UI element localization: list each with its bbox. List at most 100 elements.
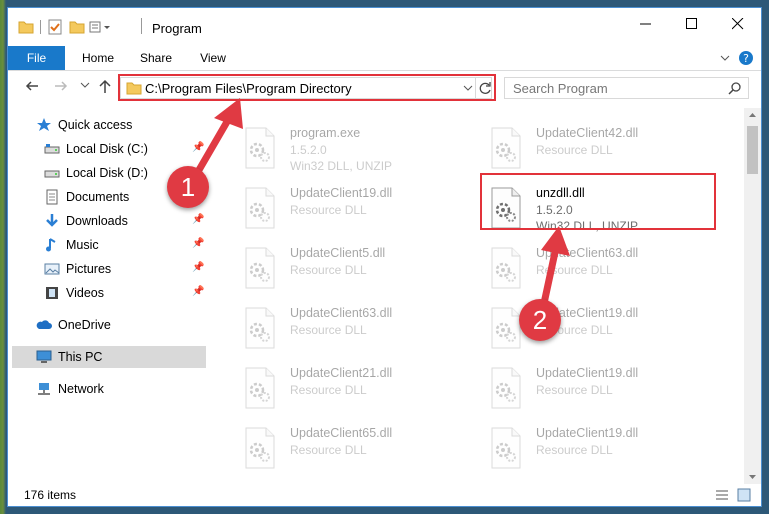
videos-icon: [46, 287, 58, 299]
folder-icon[interactable]: [18, 20, 34, 34]
help-icon[interactable]: ?: [738, 50, 754, 66]
step-1-badge: 1: [167, 166, 209, 208]
network-icon: [38, 383, 50, 395]
downloads-icon: [46, 214, 58, 227]
search-input[interactable]: Search Program: [504, 77, 749, 99]
documents-icon: [46, 189, 58, 205]
dll-file-icon: [245, 247, 275, 289]
file-item[interactable]: UpdateClient19.dll Resource DLL: [488, 362, 718, 418]
pin-icon: 📌: [192, 214, 205, 225]
file-type: Resource DLL: [290, 443, 367, 457]
file-item[interactable]: UpdateClient21.dll Resource DLL: [242, 362, 472, 418]
maximize-icon: [686, 18, 697, 29]
sidebar-item-network[interactable]: Network: [8, 378, 206, 400]
properties-icon[interactable]: [47, 19, 63, 35]
sidebar-item-quick-access[interactable]: Quick access: [8, 114, 206, 136]
pin-icon: 📌: [192, 238, 205, 249]
drive-icon: [44, 144, 60, 154]
title-bar: Program: [8, 8, 761, 46]
dll-file-icon: [245, 427, 275, 469]
sidebar-item-label: Pictures: [66, 262, 112, 276]
dll-file-icon: [245, 187, 275, 229]
file-name: UpdateClient65.dll: [290, 426, 393, 440]
step-2-badge: 2: [519, 299, 561, 341]
tab-share[interactable]: Share: [136, 46, 176, 70]
expand-ribbon-icon[interactable]: [720, 53, 730, 63]
dll-file-icon: [491, 367, 521, 409]
file-item[interactable]: UpdateClient65.dll Resource DLL: [242, 422, 472, 478]
scroll-up-icon[interactable]: [748, 112, 757, 118]
sidebar-item-downloads[interactable]: Downloads 📌: [8, 210, 206, 232]
dll-file-icon: [491, 427, 521, 469]
file-type: Resource DLL: [536, 143, 613, 157]
tab-file[interactable]: File: [8, 46, 65, 70]
sidebar-item-onedrive[interactable]: OneDrive: [8, 314, 206, 336]
file-name: UpdateClient19.dll: [290, 186, 393, 200]
navigation-bar: C:\Program Files\Program Directory Searc…: [8, 70, 761, 104]
music-icon: [46, 238, 56, 252]
sidebar-item-label: Videos: [66, 286, 104, 300]
file-type: Resource DLL: [290, 323, 367, 337]
forward-arrow-icon[interactable]: [53, 78, 69, 94]
sidebar-item-label: Documents: [66, 190, 130, 204]
details-view-icon[interactable]: [715, 489, 729, 501]
close-button[interactable]: [715, 8, 761, 40]
file-item[interactable]: UpdateClient63.dll Resource DLL: [242, 302, 472, 358]
sidebar-item-music[interactable]: Music 📌: [8, 234, 206, 256]
sidebar-item-label: Local Disk (C:): [66, 142, 148, 156]
new-folder-icon[interactable]: [69, 20, 85, 34]
file-item[interactable]: UpdateClient19.dll Resource DLL: [488, 422, 718, 478]
pictures-icon: [44, 263, 60, 275]
file-name: UpdateClient5.dll: [290, 246, 386, 260]
file-type: Resource DLL: [536, 443, 613, 457]
maximize-button[interactable]: [669, 8, 715, 40]
file-item[interactable]: UpdateClient42.dll Resource DLL: [488, 122, 718, 178]
customize-toolbar-icon[interactable]: [89, 20, 111, 34]
tab-view[interactable]: View: [193, 46, 233, 70]
dll-file-icon: [245, 367, 275, 409]
sidebar-item-label: Music: [66, 238, 99, 252]
dll-file-icon: [245, 307, 275, 349]
scroll-down-icon[interactable]: [748, 474, 757, 480]
file-item[interactable]: UpdateClient5.dll Resource DLL: [242, 242, 472, 298]
file-name: UpdateClient63.dll: [290, 306, 393, 320]
vertical-scrollbar[interactable]: [744, 108, 761, 484]
svg-text:?: ?: [743, 52, 749, 65]
scrollbar-thumb[interactable]: [747, 126, 758, 174]
navigation-pane: Quick access Local Disk (C:) 📌 Local Dis…: [8, 108, 213, 478]
sidebar-item-local-disk-c[interactable]: Local Disk (C:) 📌: [8, 138, 206, 160]
sidebar-item-this-pc[interactable]: This PC: [12, 346, 206, 368]
star-icon: [37, 118, 51, 131]
drive-icon: [44, 170, 60, 178]
sidebar-item-pictures[interactable]: Pictures 📌: [8, 258, 206, 280]
file-name: UpdateClient19.dll: [536, 426, 639, 440]
file-explorer-window: Program File Home Share View ? C:\Progra…: [8, 8, 761, 506]
search-icon[interactable]: [728, 82, 741, 95]
sidebar-item-label: Quick access: [58, 118, 133, 132]
file-name: UpdateClient19.dll: [536, 366, 639, 380]
sidebar-item-label: This PC: [58, 350, 103, 364]
file-item[interactable]: UpdateClient19.dll Resource DLL: [242, 182, 472, 238]
status-bar: 176 items: [8, 484, 761, 506]
sidebar-item-videos[interactable]: Videos 📌: [8, 282, 206, 304]
file-type: Resource DLL: [290, 263, 367, 277]
file-name: UpdateClient63.dll: [536, 246, 639, 260]
recent-locations-icon[interactable]: [80, 82, 90, 90]
quick-access-toolbar: [18, 18, 111, 36]
file-name: UpdateClient42.dll: [536, 126, 639, 140]
address-highlight-box: [118, 74, 496, 101]
dll-file-icon: [491, 247, 521, 289]
file-item[interactable]: UpdateClient63.dll Resource DLL: [488, 242, 718, 298]
file-item[interactable]: program.exe 1.5.2.0 Win32 DLL, UNZIP: [242, 122, 472, 178]
large-icons-view-icon[interactable]: [737, 488, 751, 502]
sidebar-item-label: Downloads: [66, 214, 128, 228]
file-name: program.exe: [290, 126, 361, 140]
tab-home[interactable]: Home: [78, 46, 118, 70]
back-arrow-icon[interactable]: [24, 78, 40, 94]
file-highlight-box: [480, 173, 716, 230]
sidebar-item-label: Network: [58, 382, 104, 396]
file-type: Resource DLL: [290, 203, 367, 217]
minimize-button[interactable]: [623, 8, 669, 40]
sidebar-item-label: OneDrive: [58, 318, 111, 332]
up-arrow-icon[interactable]: [98, 78, 112, 94]
